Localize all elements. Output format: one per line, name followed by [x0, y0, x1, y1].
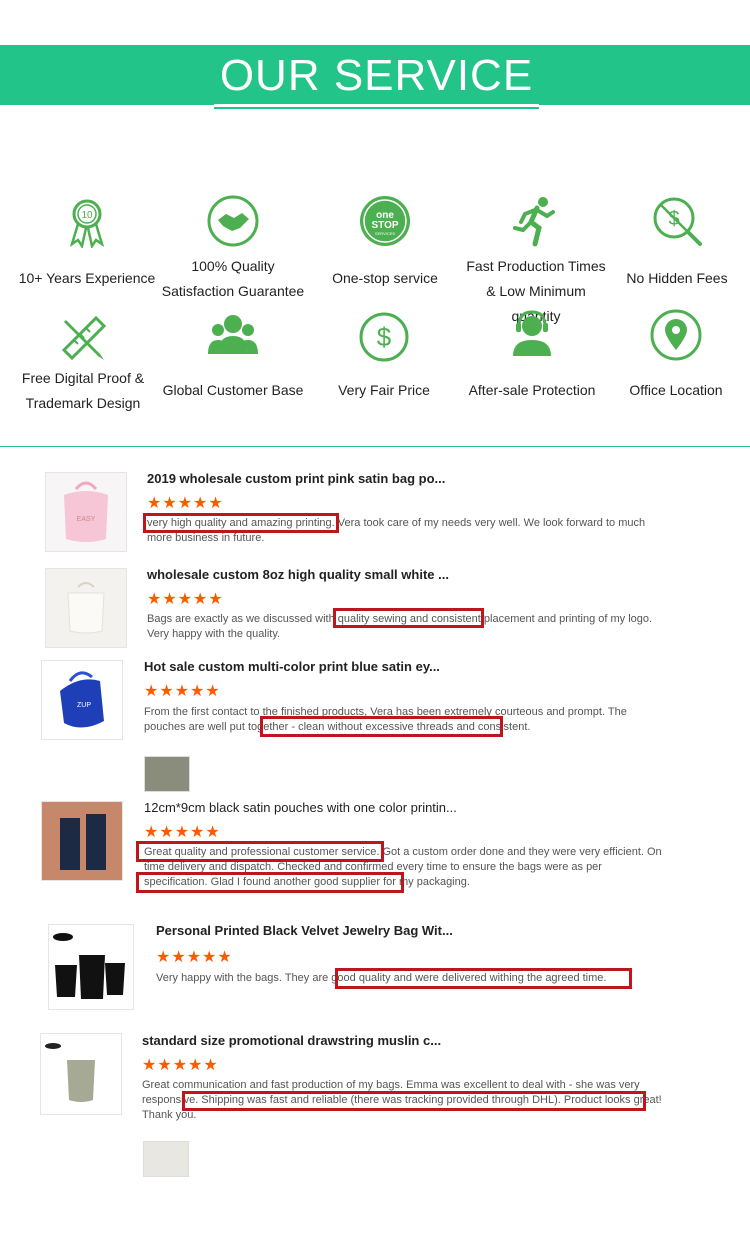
title-underline [214, 104, 539, 107]
svg-text:ZUP: ZUP [77, 702, 91, 709]
svg-text:SERVICES: SERVICES [375, 231, 395, 236]
headset-agent-icon [513, 310, 551, 356]
highlight-box [260, 716, 503, 737]
highlight-box [136, 841, 384, 862]
svg-text:10: 10 [81, 210, 93, 221]
review-title: wholesale custom 8oz high quality small … [147, 567, 449, 582]
product-thumbnail [41, 801, 123, 881]
star-rating: ★★★★★ [147, 591, 224, 608]
service-label: 10+ Years Experience [18, 270, 156, 286]
product-thumbnail: ZUP [41, 660, 123, 740]
svg-text:STOP: STOP [371, 220, 398, 231]
service-label: Free Digital Proof & Trademark Design [21, 370, 145, 411]
dollar-circle-icon: $ [359, 312, 409, 362]
product-thumbnail [48, 924, 134, 1010]
service-label: Very Fair Price [338, 382, 430, 398]
service-label: Office Location [629, 382, 723, 398]
review-title: 2019 wholesale custom print pink satin b… [147, 471, 446, 486]
one-stop-icon: one STOP SERVICES [360, 196, 410, 246]
section-divider [0, 446, 750, 447]
location-pin-icon [650, 309, 702, 361]
highlight-box [136, 872, 404, 893]
no-hidden-fees-icon: $ [653, 197, 702, 246]
ruler-pencil-icon [61, 315, 107, 361]
star-rating: ★★★★★ [147, 495, 224, 512]
star-rating: ★★★★★ [142, 1057, 219, 1074]
service-label: No Hidden Fees [626, 270, 728, 286]
service-label: Global Customer Base [162, 382, 304, 398]
highlight-box [333, 608, 484, 628]
highlight-box [335, 968, 632, 989]
star-rating: ★★★★★ [144, 824, 221, 841]
review-title: Hot sale custom multi-color print blue s… [144, 659, 440, 674]
product-thumbnail [40, 1033, 122, 1115]
customer-group-icon [208, 315, 258, 354]
highlight-box [143, 513, 339, 533]
service-label: 100% Quality Satisfaction Guarantee [161, 258, 305, 299]
page-title: OUR SERVICE [214, 45, 539, 109]
star-rating: ★★★★★ [144, 683, 221, 700]
service-label: After-sale Protection [468, 382, 596, 398]
running-man-icon [513, 197, 555, 247]
product-thumbnail: EASY [45, 472, 127, 552]
product-thumbnail [45, 568, 127, 648]
review-photo-thumbnail[interactable] [143, 1141, 189, 1177]
star-rating: ★★★★★ [156, 949, 233, 966]
handshake-icon [207, 195, 259, 247]
service-label: One-stop service [332, 270, 438, 286]
highlight-box [182, 1091, 646, 1111]
award-badge-icon: 10 [69, 199, 105, 248]
review-title: standard size promotional drawstring mus… [142, 1033, 442, 1048]
svg-text:EASY: EASY [77, 516, 96, 523]
svg-text:$: $ [377, 322, 392, 352]
review-title: 12cm*9cm black satin pouches with one co… [144, 800, 457, 815]
review-photo-thumbnail[interactable] [144, 756, 190, 792]
review-title: Personal Printed Black Velvet Jewelry Ba… [156, 923, 453, 938]
